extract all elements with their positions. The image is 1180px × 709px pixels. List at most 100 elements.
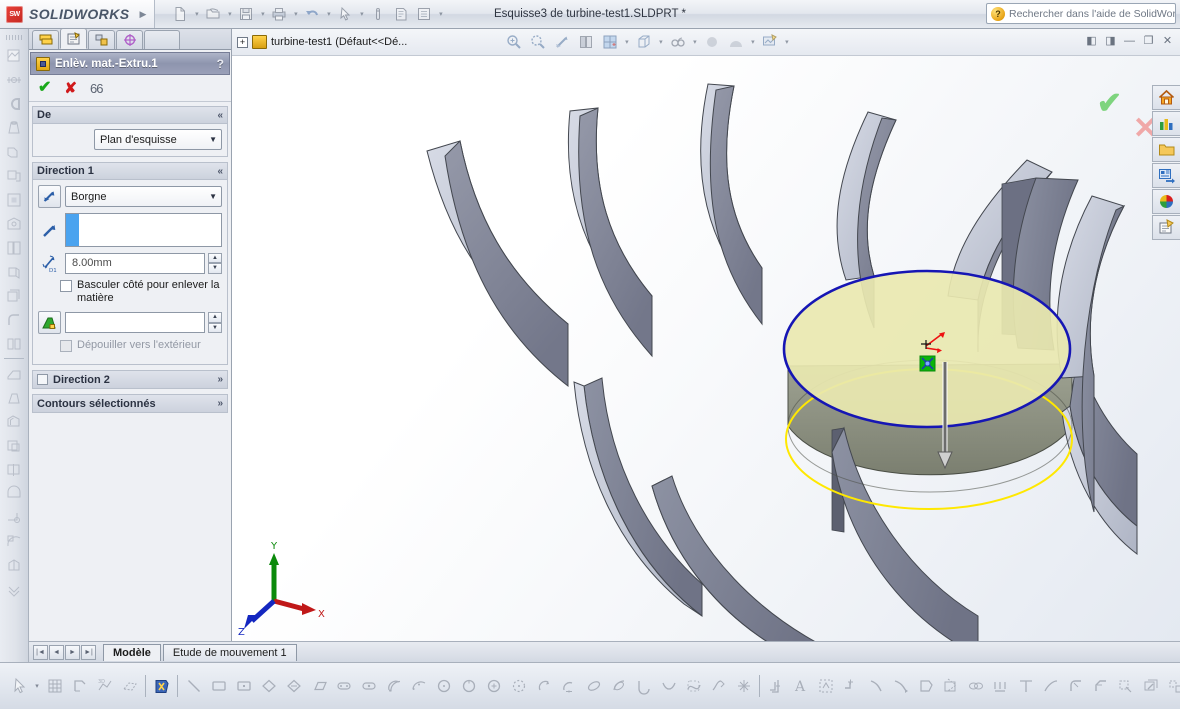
grid-icon[interactable] <box>42 673 67 699</box>
select-chevron-icon[interactable]: ▾ <box>32 682 42 690</box>
print-document-chevron-icon[interactable]: ▾ <box>291 10 300 18</box>
chevron-down-icon[interactable]: » <box>217 374 223 385</box>
open-document-chevron-icon[interactable]: ▾ <box>225 10 234 18</box>
view-settings-chevron-icon[interactable]: ▾ <box>782 38 791 46</box>
copy-entities-icon[interactable] <box>1038 673 1063 699</box>
chevron-up-icon[interactable]: « <box>217 166 223 177</box>
tab-modele[interactable]: Modèle <box>103 644 161 661</box>
wrap-icon[interactable] <box>3 434 26 457</box>
style-spline-icon[interactable] <box>706 673 731 699</box>
dynamic-mirror-icon[interactable] <box>963 673 988 699</box>
chevron-down-icon[interactable]: ▼ <box>209 135 219 144</box>
previous-view-icon[interactable] <box>550 31 573 53</box>
direction-reference-selection-box[interactable] <box>65 213 222 247</box>
shell-icon[interactable] <box>3 410 26 433</box>
end-condition-select[interactable]: Borgne ▼ <box>65 186 222 207</box>
lofted-boss-icon[interactable] <box>3 164 26 187</box>
sketch-on-plane-icon[interactable] <box>117 673 142 699</box>
instant3d-icon[interactable] <box>3 554 26 577</box>
fillet-icon[interactable] <box>3 308 26 331</box>
offset-entities-icon[interactable] <box>763 673 788 699</box>
preview-glasses-icon[interactable]: 66 <box>90 82 102 95</box>
tile-right-button[interactable]: ◨ <box>1102 32 1119 49</box>
display-style-chevron-icon[interactable]: ▾ <box>656 38 665 46</box>
arc-slot-icon[interactable] <box>381 673 406 699</box>
undo-chevron-icon[interactable]: ▾ <box>324 10 333 18</box>
tab-nav-next-button[interactable]: ► <box>65 645 80 660</box>
display-delete-relations-icon[interactable] <box>1163 673 1180 699</box>
select-cursor-icon[interactable] <box>334 3 356 25</box>
tile-left-button[interactable]: ◧ <box>1083 32 1100 49</box>
revolved-boss-icon[interactable] <box>3 116 26 139</box>
hide-show-items-icon[interactable] <box>666 31 689 53</box>
circle-icon[interactable] <box>431 673 456 699</box>
swept-cut-icon[interactable] <box>3 260 26 283</box>
view-settings-icon[interactable] <box>758 31 781 53</box>
view-orientation-icon[interactable] <box>598 31 621 53</box>
home-icon[interactable] <box>1152 85 1180 110</box>
edit-appearance-icon[interactable] <box>700 31 723 53</box>
spline-icon[interactable] <box>681 673 706 699</box>
intersection-curve-icon[interactable] <box>1138 673 1163 699</box>
group-contours-header[interactable]: Contours sélectionnés » <box>33 395 227 412</box>
display-style-icon[interactable] <box>632 31 655 53</box>
text-icon[interactable]: A <box>788 673 813 699</box>
parallelogram-icon[interactable] <box>256 673 281 699</box>
ok-button[interactable]: ✔ <box>38 80 51 96</box>
view-palette-icon[interactable] <box>1152 163 1180 188</box>
swept-boss-icon[interactable] <box>3 140 26 163</box>
help-search-box[interactable]: ? Rechercher dans l'aide de SolidWork <box>986 3 1176 24</box>
minimize-button[interactable]: — <box>1121 32 1138 49</box>
view-orientation-chevron-icon[interactable]: ▾ <box>622 38 631 46</box>
section-view-icon[interactable] <box>574 31 597 53</box>
add-relation-icon[interactable] <box>838 673 863 699</box>
sketch-icon[interactable] <box>67 673 92 699</box>
tab-nav-prev-button[interactable]: ◄ <box>49 645 64 660</box>
flyout-feature-tree[interactable]: + turbine-test1 (Défaut<<Dé... <box>232 35 407 49</box>
smart-dimension-icon[interactable] <box>3 68 26 91</box>
dome-icon[interactable] <box>3 482 26 505</box>
custom-properties-icon[interactable] <box>1152 215 1180 240</box>
parabola-icon[interactable] <box>631 673 656 699</box>
help-question-icon[interactable]: ? <box>217 57 224 71</box>
slot-centerpoint-icon[interactable] <box>356 673 381 699</box>
hole-wizard-icon[interactable] <box>3 212 26 235</box>
configuration-manager-tab[interactable] <box>88 30 115 49</box>
undo-icon[interactable] <box>301 3 323 25</box>
slot-straight-icon[interactable] <box>331 673 356 699</box>
extend-entities-icon[interactable] <box>888 673 913 699</box>
perimeter-arc-icon[interactable] <box>506 673 531 699</box>
file-explorer-icon[interactable] <box>1152 137 1180 162</box>
depth-input[interactable]: 8.00mm <box>65 253 205 274</box>
options-gear-icon[interactable] <box>390 3 412 25</box>
split-entities-icon[interactable] <box>913 673 938 699</box>
reference-geometry-icon[interactable] <box>3 506 26 529</box>
group-de-header[interactable]: De « <box>33 107 227 124</box>
start-condition-select[interactable]: Plan d'esquisse ▼ <box>94 129 222 150</box>
open-document-icon[interactable] <box>202 3 224 25</box>
ellipse-icon[interactable] <box>581 673 606 699</box>
point-icon[interactable] <box>731 673 756 699</box>
expand-tree-icon[interactable]: + <box>237 37 248 48</box>
mirror-icon[interactable] <box>3 458 26 481</box>
rapid-sketch-icon[interactable] <box>1113 673 1138 699</box>
more-commands-icon[interactable] <box>3 578 26 601</box>
sketch-icon[interactable] <box>3 44 26 67</box>
tab-nav-last-button[interactable]: ►| <box>81 645 96 660</box>
conic-icon[interactable] <box>656 673 681 699</box>
extruded-boss-icon[interactable] <box>3 92 26 115</box>
rebuild-icon[interactable] <box>367 3 389 25</box>
select-chevron-icon[interactable]: ▾ <box>357 10 366 18</box>
save-document-icon[interactable] <box>235 3 257 25</box>
apply-scene-icon[interactable] <box>724 31 747 53</box>
restore-button[interactable]: ❐ <box>1140 32 1157 49</box>
property-manager-tab[interactable] <box>60 28 87 49</box>
new-document-chevron-icon[interactable]: ▾ <box>192 10 201 18</box>
move-entities-icon[interactable] <box>988 673 1013 699</box>
group-direction-2-header[interactable]: Direction 2 » <box>33 371 227 388</box>
sketch-chamfer-icon[interactable] <box>1088 673 1113 699</box>
chevron-down-icon[interactable]: ▼ <box>209 192 219 201</box>
zoom-to-fit-icon[interactable] <box>502 31 525 53</box>
stepper-up-icon[interactable]: ▲ <box>208 312 222 323</box>
draft-icon[interactable] <box>3 386 26 409</box>
